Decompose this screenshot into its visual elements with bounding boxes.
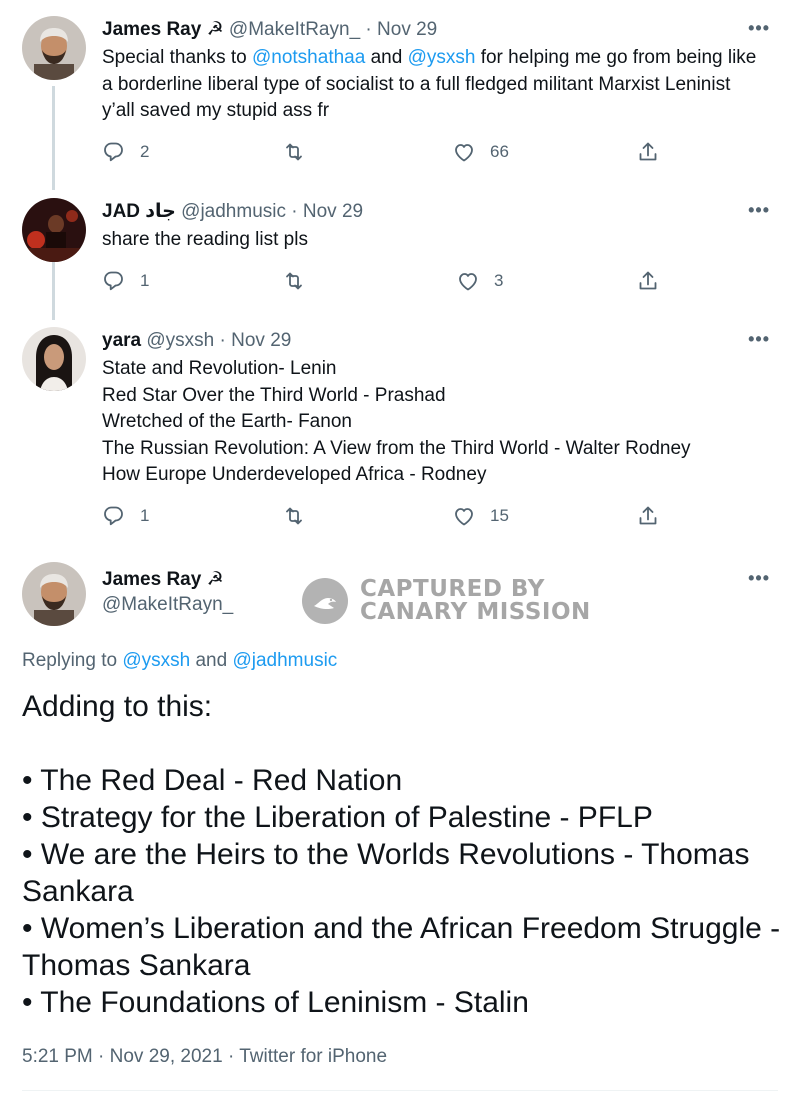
user-handle[interactable]: @ysxsh [146, 330, 214, 351]
more-icon[interactable]: ••• [748, 200, 770, 221]
watermark-text: CAPTURED BY CANARY MISSION [360, 578, 591, 624]
share-icon [639, 142, 657, 161]
tweet-text: share the reading list pls [102, 229, 308, 250]
retweet-icon [286, 143, 302, 161]
user-handle[interactable]: @MakeItRayn_ [229, 19, 360, 40]
retweet-button[interactable] [282, 269, 306, 293]
more-icon[interactable]: ••• [748, 18, 770, 39]
more-icon[interactable]: ••• [748, 329, 770, 350]
avatar[interactable] [22, 562, 86, 626]
text-line: How Europe Underdeveloped Africa - Rodne… [102, 464, 487, 485]
share-button[interactable] [636, 504, 660, 528]
like-button[interactable]: 15 [452, 504, 509, 528]
avatar[interactable] [22, 327, 86, 391]
display-name-text: James Ray [102, 569, 202, 590]
divider [22, 1090, 778, 1091]
replying-to: Replying to @ysxsh and @jadhmusic [22, 650, 337, 672]
text-line: • The Foundations of Leninism - Stalin [22, 986, 529, 1019]
emoji-badge: ☭ [206, 569, 224, 590]
reply-count: 1 [140, 506, 150, 525]
mention-link[interactable]: @jadhmusic [232, 650, 337, 671]
tweet-actions: 1 3 [102, 269, 682, 299]
text-segment: and [365, 47, 408, 68]
reply-icon [104, 271, 123, 291]
avatar[interactable] [22, 198, 86, 262]
tweet-date[interactable]: Nov 29 [303, 201, 363, 222]
tweet-header: James Ray ☭ @MakeItRayn_ · Nov 29 [102, 18, 437, 42]
like-count: 66 [490, 142, 509, 161]
tweet[interactable]: yara @ysxsh · Nov 29 ••• State and Revol… [0, 320, 800, 550]
reply-button[interactable]: 2 [102, 140, 149, 164]
thread-line [52, 262, 55, 320]
display-name[interactable]: JAD جاد [102, 201, 176, 222]
focused-tweet-text: Adding to this: • The Red Deal - Red Nat… [22, 688, 782, 1021]
reply-button[interactable]: 1 [102, 269, 149, 293]
retweet-icon [286, 272, 302, 290]
separator-dot: · [365, 19, 372, 40]
mention-link[interactable]: @ysxsh [408, 47, 476, 68]
retweet-button[interactable] [282, 140, 306, 164]
retweet-button[interactable] [282, 504, 306, 528]
watermark-line: CAPTURED BY [360, 576, 545, 602]
display-name[interactable]: James Ray ☭ [102, 568, 224, 591]
display-name[interactable]: James Ray [102, 19, 201, 40]
replying-prefix: Replying to [22, 650, 123, 671]
reply-icon [104, 142, 123, 162]
tweet[interactable]: James Ray ☭ @MakeItRayn_ · Nov 29 ••• Sp… [0, 0, 800, 190]
reply-count: 2 [140, 142, 150, 161]
tweet-text: State and Revolution- Lenin Red Star Ove… [102, 356, 782, 489]
like-icon [455, 144, 473, 162]
separator-dot: · [219, 330, 226, 351]
tweet-date[interactable]: Nov 29 [377, 19, 437, 40]
share-button[interactable] [636, 140, 660, 164]
emoji-badge: ☭ [206, 19, 224, 40]
text-line: • We are the Heirs to the Worlds Revolut… [22, 838, 750, 908]
replying-and: and [190, 650, 233, 671]
tweet-timestamp[interactable]: 5:21 PM · Nov 29, 2021 · Twitter for iPh… [22, 1046, 387, 1068]
mention-link[interactable]: @notshathaa [252, 47, 365, 68]
text-line: • The Red Deal - Red Nation [22, 764, 403, 797]
tweet-actions: 1 15 [102, 504, 682, 534]
like-icon [455, 508, 473, 526]
share-icon [639, 271, 657, 290]
text-line: Adding to this: [22, 690, 213, 723]
watermark-line: CANARY MISSION [360, 599, 591, 625]
mention-link[interactable]: @ysxsh [122, 650, 190, 671]
display-name[interactable]: yara [102, 330, 141, 351]
reply-button[interactable]: 1 [102, 504, 149, 528]
text-line: The Russian Revolution: A View from the … [102, 437, 691, 459]
more-icon[interactable]: ••• [748, 568, 770, 589]
tweet[interactable]: JAD جاد @jadhmusic · Nov 29 ••• share th… [0, 190, 800, 320]
thread-line [52, 86, 55, 190]
watermark: CAPTURED BY CANARY MISSION [302, 578, 591, 624]
share-button[interactable] [636, 269, 660, 293]
tweet-header: yara @ysxsh · Nov 29 [102, 329, 291, 353]
canary-logo-icon [302, 578, 348, 624]
tweet-actions: 2 66 [102, 140, 682, 170]
like-icon [459, 273, 477, 291]
text-line: Wretched of the Earth- Fanon [102, 411, 352, 432]
like-button[interactable]: 66 [452, 140, 509, 164]
user-handle[interactable]: @MakeItRayn_ [102, 594, 233, 616]
tweet-header: JAD جاد @jadhmusic · Nov 29 [102, 200, 363, 224]
retweet-icon [286, 507, 302, 525]
avatar[interactable] [22, 16, 86, 80]
text-line: • Strategy for the Liberation of Palesti… [22, 801, 653, 834]
like-count: 15 [490, 506, 509, 525]
text-line: State and Revolution- Lenin [102, 358, 337, 379]
like-count: 3 [494, 271, 504, 290]
text-line: Red Star Over the Third World - Prashad [102, 384, 446, 406]
separator-dot: · [291, 201, 298, 222]
like-button[interactable]: 3 [456, 269, 503, 293]
text-line: • Women’s Liberation and the African Fre… [22, 912, 781, 982]
reply-count: 1 [140, 271, 150, 290]
tweet-text: Special thanks to @notshathaa and @ysxsh… [102, 45, 762, 125]
user-handle[interactable]: @jadhmusic [181, 201, 286, 222]
text-segment: Special thanks to [102, 47, 252, 68]
tweet-date[interactable]: Nov 29 [231, 330, 291, 351]
share-icon [639, 506, 657, 525]
reply-icon [104, 506, 123, 526]
